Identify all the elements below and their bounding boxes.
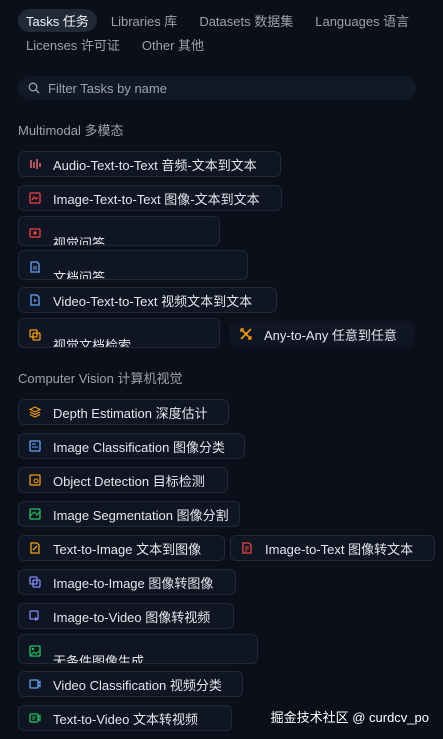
task-label: 文档问答 (53, 270, 106, 280)
filter-tasks-input[interactable] (46, 79, 390, 97)
task-image-segmentation[interactable]: Image Segmentation 图像分割 (18, 501, 240, 527)
task-label: 无条件图像生成 (53, 654, 145, 664)
tab-other[interactable]: Other 其他 (134, 33, 212, 56)
visual-qa-icon (29, 228, 41, 238)
tab-row-2: Licenses 许可证 Other 其他 (18, 32, 435, 56)
task-unconditional-image-generation[interactable]: 无条件图像生成 (18, 634, 258, 664)
task-image-classification[interactable]: Image Classification 图像分类 (18, 433, 245, 459)
image-to-video-icon (29, 610, 39, 621)
tab-libraries[interactable]: Libraries 库 (103, 9, 185, 32)
task-visual-document-retrieval[interactable]: 视觉文档检索 (18, 318, 220, 348)
image-segmentation-icon (29, 508, 41, 520)
task-text-to-image[interactable]: Text-to-Image 文本到图像 (18, 535, 225, 561)
task-label: 视觉问答 (53, 236, 106, 246)
filter-tasks-search (18, 76, 416, 100)
task-label: Depth Estimation 深度估计 (53, 405, 208, 421)
task-any-to-any[interactable]: Any-to-Any 任意到任意 (229, 321, 415, 347)
depth-estimation-icon (29, 406, 41, 418)
task-label: Video-Text-to-Text 视频文本到文本 (53, 293, 253, 309)
tab-languages[interactable]: Languages 语言 (307, 9, 417, 32)
task-image-to-video[interactable]: Image-to-Video 图像转视频 (18, 603, 234, 629)
task-object-detection[interactable]: Object Detection 目标检测 (18, 467, 228, 493)
image-to-image-icon (29, 576, 41, 588)
task-label: Image-to-Text 图像转文本 (265, 541, 414, 557)
task-video-text-to-text[interactable]: Video-Text-to-Text 视频文本到文本 (18, 287, 277, 313)
watermark-text: 掘金技术社区 @ curdcv_po (270, 710, 429, 725)
any-to-any-icon (240, 328, 252, 340)
task-depth-estimation[interactable]: Depth Estimation 深度估计 (18, 399, 229, 425)
video-text-icon (30, 294, 40, 306)
tab-row-1: Tasks 任务 Libraries 库 Datasets 数据集 Langua… (18, 8, 435, 32)
task-video-classification[interactable]: Video Classification 视频分类 (18, 671, 243, 697)
task-label: Text-to-Video 文本转视频 (53, 711, 198, 727)
image-classification-icon (29, 440, 41, 452)
task-label: Object Detection 目标检测 (53, 473, 205, 489)
task-label: Text-to-Image 文本到图像 (53, 541, 202, 557)
section-title-computer-vision: Computer Vision 计算机视觉 (18, 371, 183, 386)
task-label: Audio-Text-to-Text 音频-文本到文本 (53, 157, 257, 173)
text-to-video-icon (29, 713, 41, 723)
task-label: Any-to-Any 任意到任意 (264, 327, 397, 343)
task-label: Image Segmentation 图像分割 (53, 507, 229, 523)
task-label: Image-to-Image 图像转图像 (53, 575, 214, 591)
task-label: 视觉文档检索 (53, 338, 132, 348)
task-image-text-to-text[interactable]: Image-Text-to-Text 图像-文本到文本 (18, 185, 282, 211)
task-image-to-text[interactable]: Image-to-Text 图像转文本 (230, 535, 435, 561)
task-category-tabs: Tasks 任务 Libraries 库 Datasets 数据集 Langua… (18, 8, 435, 56)
image-text-icon (29, 192, 41, 204)
image-to-text-icon (242, 542, 252, 554)
task-visual-question-answering[interactable]: 视觉问答 (18, 216, 220, 246)
task-text-to-video[interactable]: Text-to-Video 文本转视频 (18, 705, 232, 731)
task-document-question-answering[interactable]: 文档问答 (18, 250, 248, 280)
text-to-image-icon (30, 542, 40, 554)
tab-tasks[interactable]: Tasks 任务 (18, 8, 97, 32)
object-detection-icon (29, 474, 41, 486)
audio-text-icon (30, 159, 41, 169)
task-label: Image Classification 图像分类 (53, 439, 225, 455)
task-label: Image-Text-to-Text 图像-文本到文本 (53, 191, 260, 207)
tab-datasets[interactable]: Datasets 数据集 (191, 9, 301, 32)
task-label: Video Classification 视频分类 (53, 677, 222, 693)
section-title-multimodal: Multimodal 多模态 (18, 123, 124, 138)
visual-doc-retrieval-icon (29, 329, 41, 341)
task-audio-text-to-text[interactable]: Audio-Text-to-Text 音频-文本到文本 (18, 151, 281, 177)
document-qa-icon (30, 261, 40, 273)
tab-licenses[interactable]: Licenses 许可证 (18, 33, 128, 56)
unconditional-image-gen-icon (29, 645, 41, 657)
task-label: Image-to-Video 图像转视频 (53, 609, 211, 625)
search-icon (28, 82, 40, 94)
task-image-to-image[interactable]: Image-to-Image 图像转图像 (18, 569, 236, 595)
video-classification-icon (29, 679, 41, 689)
